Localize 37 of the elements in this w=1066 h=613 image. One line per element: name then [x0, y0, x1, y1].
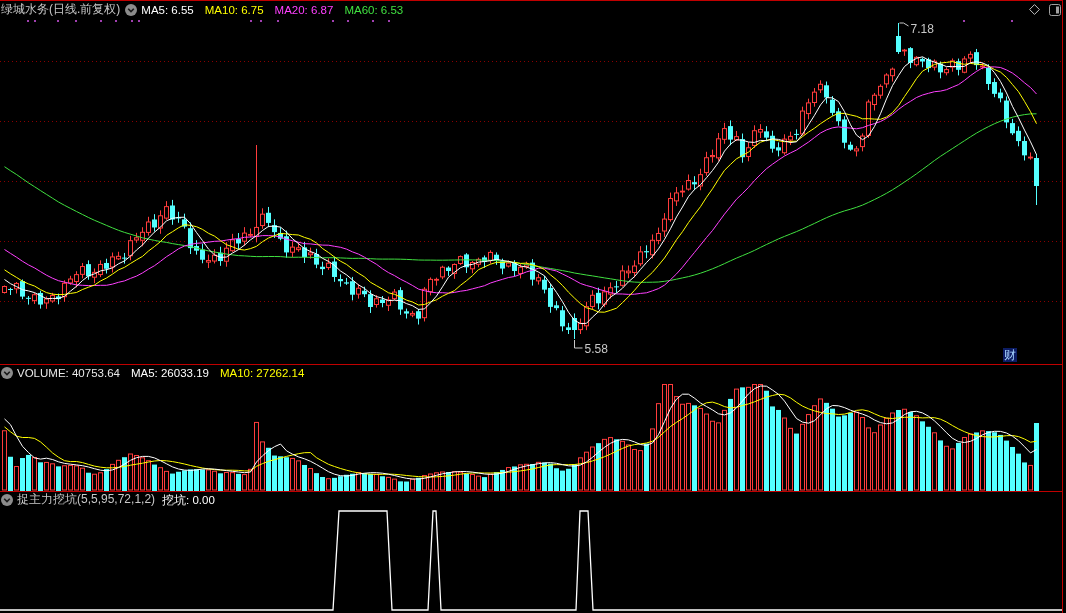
info-marker-icon[interactable] [260, 20, 262, 22]
info-marker-icon[interactable] [372, 20, 374, 22]
leader-line [899, 22, 909, 27]
indicator-title: 捉主力挖坑(5,5,95,72,1,2) [17, 492, 156, 507]
info-marker-icon[interactable] [388, 20, 390, 22]
info-marker-icon[interactable] [100, 20, 102, 22]
indicator-value: MA10: 6.75 [204, 2, 264, 17]
dropdown-icon[interactable] [1, 366, 13, 379]
panel-toggle-icon[interactable] [1049, 3, 1061, 16]
info-marker-icon[interactable] [347, 20, 349, 22]
info-marker-icon[interactable] [1011, 20, 1013, 22]
low-price-label: 5.58 [584, 342, 608, 356]
info-marker-icon[interactable] [250, 20, 252, 22]
info-marker-icon[interactable] [131, 20, 133, 22]
indicator-value: MA5: 6.55 [141, 2, 194, 17]
info-marker-icon[interactable] [27, 20, 29, 22]
info-marker-icon[interactable] [75, 20, 77, 22]
info-marker-icon[interactable] [115, 20, 117, 22]
indicator-value: MA20: 6.87 [274, 2, 334, 17]
indicator-value: MA10: 27262.14 [219, 365, 305, 380]
dropdown-icon[interactable] [1, 493, 13, 506]
info-marker-icon[interactable] [963, 20, 965, 22]
high-price-label: 7.18 [910, 22, 934, 36]
finance-badge[interactable]: 财 [1003, 348, 1017, 362]
info-marker-icon[interactable] [332, 20, 334, 22]
info-marker-icon[interactable] [138, 20, 140, 22]
info-marker-icon[interactable] [57, 20, 59, 22]
indicator-value: VOLUME: 40753.64 [17, 365, 120, 380]
indicator-value: 挖坑: 0.00 [162, 492, 215, 507]
info-marker-icon[interactable] [34, 20, 36, 22]
stock-title: 绿城水务(日线.前复权) [1, 2, 121, 17]
diamond-icon[interactable] [1029, 4, 1040, 15]
dropdown-icon[interactable] [125, 3, 138, 16]
indicator-value: MA5: 26033.19 [130, 365, 209, 380]
leader-line [574, 339, 583, 349]
info-marker-icon[interactable] [277, 20, 279, 22]
indicator-value: MA60: 6.53 [344, 2, 404, 17]
